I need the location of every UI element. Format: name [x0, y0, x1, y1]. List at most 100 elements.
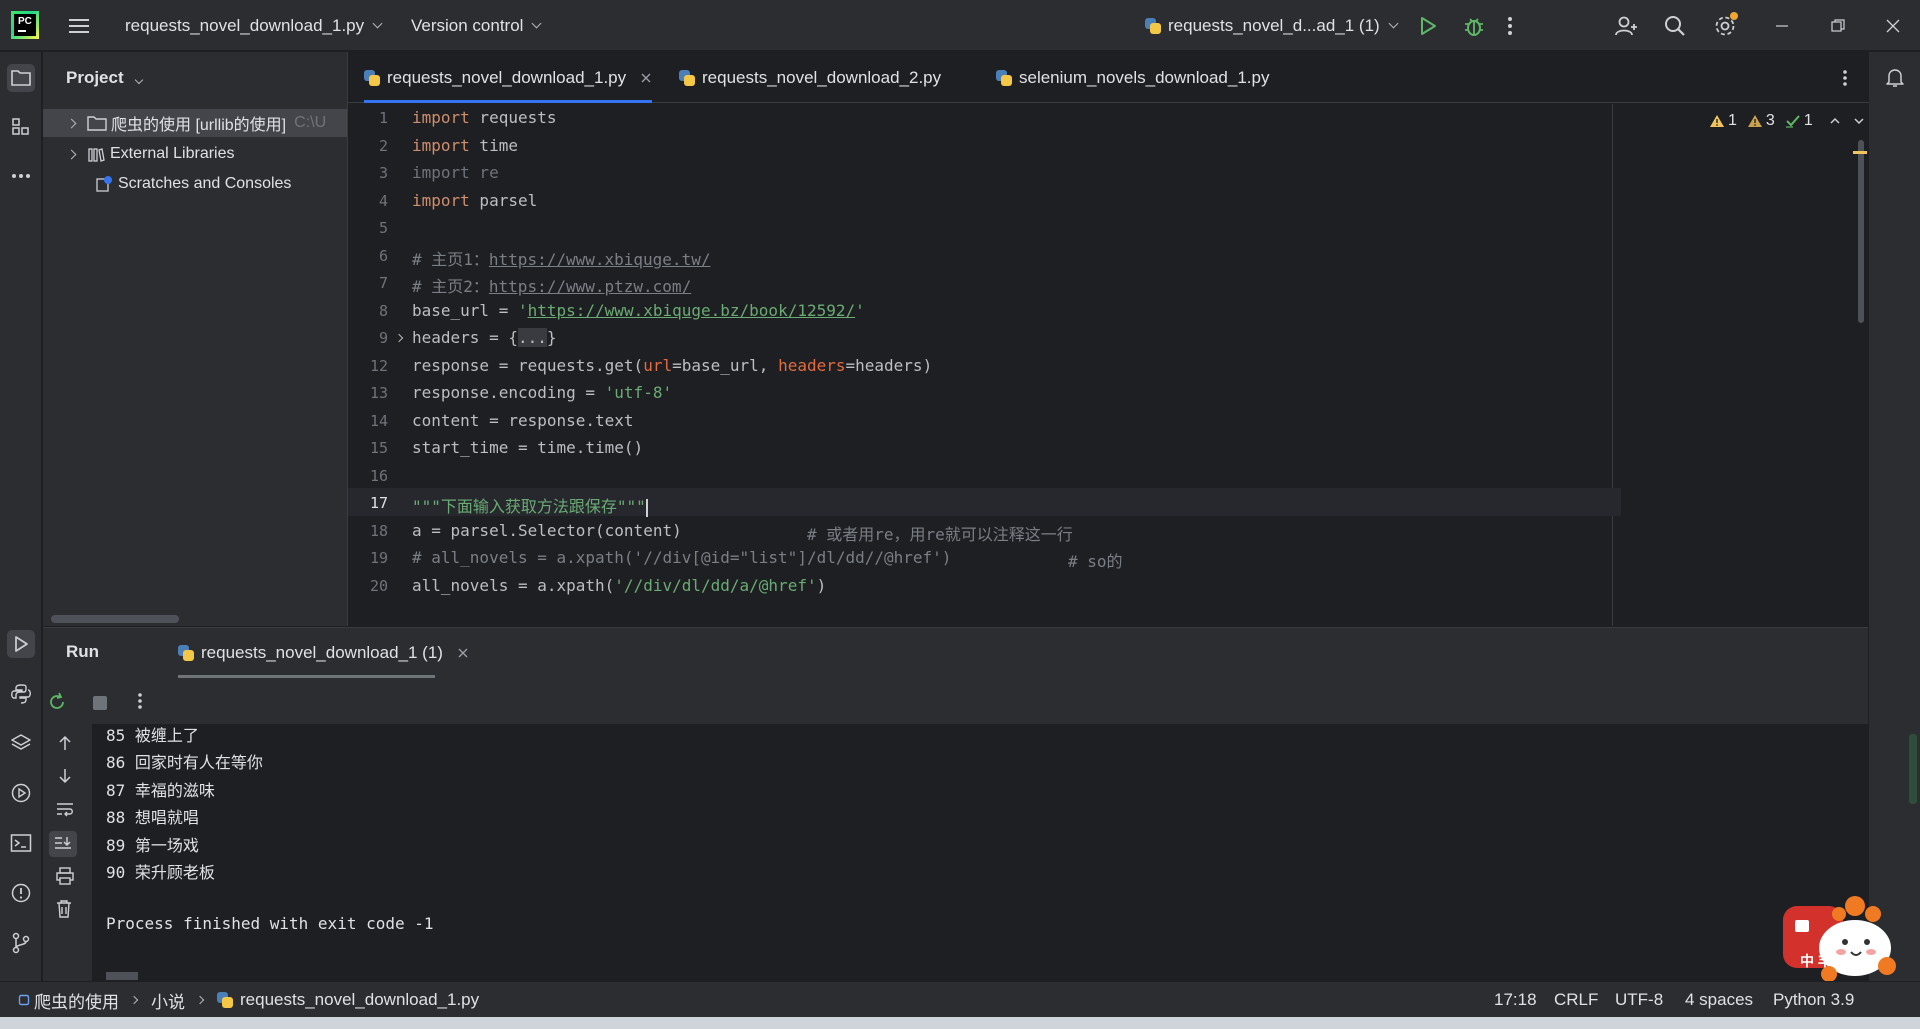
- run-tab[interactable]: requests_novel_download_1 (1): [134, 628, 479, 678]
- code-line-14[interactable]: content = response.text: [412, 411, 634, 430]
- add-user-button[interactable]: [1614, 0, 1638, 51]
- chevron-down-icon[interactable]: [1853, 116, 1865, 126]
- line-number: 15: [369, 439, 388, 457]
- more-vertical-icon: [1508, 16, 1512, 35]
- code-line-3[interactable]: import re: [412, 163, 499, 182]
- notifications-button[interactable]: [1881, 64, 1909, 92]
- clear-all-button[interactable]: [55, 899, 73, 924]
- chevron-up-icon[interactable]: [1829, 116, 1841, 126]
- update-badge: [1730, 12, 1738, 20]
- project-widget[interactable]: requests_novel_download_1.py: [125, 0, 383, 51]
- minimize-button[interactable]: [1775, 0, 1789, 51]
- taskbar-edge: [0, 1017, 1920, 1029]
- chevron-down-icon: [1388, 18, 1399, 28]
- caret-position[interactable]: 17:18: [1494, 982, 1537, 1018]
- code-line-17[interactable]: """下面输入获取方法跟保存""": [412, 493, 648, 517]
- scroll-down-button[interactable]: [57, 767, 73, 790]
- python-file-icon: [178, 645, 194, 661]
- problems-button[interactable]: [7, 879, 35, 907]
- line-number: 20: [369, 577, 388, 595]
- left-tool-strip: [0, 52, 42, 981]
- code-line-6[interactable]: # 主页1：https://www.xbiquge.tw/: [412, 246, 710, 270]
- weak-warning-count: 3: [1765, 112, 1775, 129]
- code-line-4[interactable]: import parsel: [412, 191, 537, 210]
- close-icon[interactable]: [640, 72, 652, 84]
- python-file-icon: [364, 69, 380, 86]
- print-button[interactable]: [55, 867, 75, 890]
- vcs-widget[interactable]: Version control: [411, 0, 542, 51]
- terminal-button[interactable]: [7, 829, 35, 857]
- bug-icon: [1465, 17, 1483, 36]
- main-menu-button[interactable]: [68, 0, 90, 51]
- code-line-13[interactable]: response.encoding = 'utf-8': [412, 383, 672, 402]
- code-line-15[interactable]: start_time = time.time(): [412, 438, 643, 457]
- more-tools-button[interactable]: [7, 162, 35, 190]
- tab-requests-novel-download-1[interactable]: requests_novel_download_1.py: [364, 52, 653, 103]
- python-interpreter[interactable]: Python 3.9: [1773, 982, 1854, 1018]
- arrow-up-icon: [59, 735, 71, 750]
- fold-chevron-icon[interactable]: [394, 333, 404, 343]
- close-window-button[interactable]: [1886, 0, 1900, 51]
- breadcrumb-item[interactable]: 小说: [151, 988, 185, 1013]
- settings-button[interactable]: [1713, 0, 1738, 51]
- soft-wrap-button[interactable]: [55, 801, 75, 822]
- git-button[interactable]: [7, 929, 35, 957]
- rerun-icon: [50, 692, 64, 709]
- warning-marker[interactable]: [1853, 151, 1867, 154]
- debug-button[interactable]: [1463, 0, 1485, 51]
- run-tool-button[interactable]: [7, 630, 35, 658]
- structure-icon: [12, 118, 29, 135]
- editor-tabs: requests_novel_download_1.py requests_no…: [348, 52, 1869, 103]
- code-line-18[interactable]: a = parsel.Selector(content) # 或者用re，用re就…: [412, 521, 1073, 544]
- code-line-19[interactable]: # all_novels = a.xpath('//div[@id="list"…: [412, 548, 1123, 571]
- code-line-20[interactable]: all_novels = a.xpath('//div/dl/dd/a/@hre…: [412, 576, 826, 595]
- code-line-9[interactable]: headers = {...}: [412, 328, 557, 347]
- line-separator[interactable]: CRLF: [1554, 982, 1598, 1018]
- run-side-toolbar: [43, 724, 92, 982]
- code-line-2[interactable]: import time: [412, 136, 518, 155]
- file-encoding[interactable]: UTF-8: [1615, 982, 1663, 1018]
- close-icon[interactable]: [457, 647, 469, 659]
- folded-region: ...: [517, 328, 547, 347]
- line-number: 1: [378, 109, 388, 127]
- tab-requests-novel-download-2[interactable]: requests_novel_download_2.py: [679, 52, 941, 103]
- services-icon: [11, 783, 31, 803]
- tabs-more-button[interactable]: [1842, 52, 1848, 103]
- run-more-button[interactable]: [137, 692, 143, 715]
- rerun-button[interactable]: [47, 692, 67, 717]
- tab-selenium-novels-download-1[interactable]: selenium_novels_download_1.py: [996, 52, 1269, 103]
- project-tool-button[interactable]: [7, 64, 35, 92]
- scroll-to-end-button[interactable]: [49, 831, 77, 857]
- structure-tool-button[interactable]: [7, 113, 35, 141]
- tree-item-external-libraries[interactable]: External Libraries: [43, 140, 347, 168]
- search-everywhere-button[interactable]: [1664, 0, 1686, 51]
- run-button[interactable]: [1419, 0, 1437, 51]
- check-icon: [1785, 115, 1800, 128]
- more-vertical-icon: [138, 693, 142, 709]
- line-number: 9: [378, 329, 388, 347]
- services-button[interactable]: [7, 779, 35, 807]
- python-console-button[interactable]: [7, 680, 35, 708]
- horizontal-scrollbar[interactable]: [51, 615, 179, 623]
- project-panel-header[interactable]: Project: [66, 68, 144, 88]
- code-line-8[interactable]: base_url = 'https://www.xbiquge.bz/book/…: [412, 301, 865, 320]
- code-line-1[interactable]: import requests: [412, 108, 557, 127]
- breadcrumb-item[interactable]: 爬虫的使用: [34, 988, 119, 1013]
- code-line-7[interactable]: # 主页2：https://www.ptzw.com/: [412, 273, 691, 297]
- indent-setting[interactable]: 4 spaces: [1685, 982, 1753, 1018]
- tree-item-root[interactable]: 爬虫的使用 [urllib的使用] C:\U: [43, 109, 347, 137]
- tree-item-scratches[interactable]: Scratches and Consoles: [43, 170, 347, 198]
- console-line: 85 被缠上了: [106, 726, 199, 745]
- stop-icon[interactable]: [93, 696, 107, 710]
- run-config-selector[interactable]: requests_novel_d...ad_1 (1): [1145, 0, 1399, 51]
- editor-vertical-scrollbar[interactable]: [1858, 140, 1864, 323]
- more-actions-button[interactable]: [1507, 0, 1513, 51]
- pycharm-logo-icon[interactable]: PC: [11, 11, 39, 39]
- restore-button[interactable]: [1831, 0, 1845, 51]
- python-packages-button[interactable]: [7, 729, 35, 757]
- code-line-12[interactable]: response = requests.get(url=base_url, he…: [412, 356, 932, 375]
- breadcrumb-item[interactable]: requests_novel_download_1.py: [240, 990, 479, 1010]
- scroll-up-button[interactable]: [57, 734, 73, 757]
- chevron-right-icon: [66, 118, 77, 128]
- inspections-widget[interactable]: 1 3 1: [1709, 109, 1865, 133]
